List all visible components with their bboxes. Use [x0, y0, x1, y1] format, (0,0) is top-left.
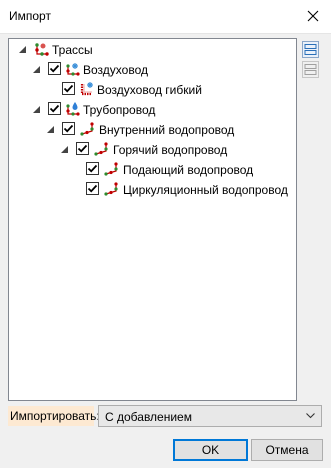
checkmark-icon: [49, 104, 60, 113]
tree-item-label: Воздуховод: [83, 63, 148, 77]
layer-tree[interactable]: Трассы Воздуховод Воздуховод гибкий Труб…: [8, 38, 297, 401]
title-bar: Импорт: [0, 0, 331, 34]
cancel-button[interactable]: Отмена: [251, 439, 323, 461]
tree-item-label: Трубопровод: [83, 103, 156, 117]
expander-icon[interactable]: [32, 105, 41, 114]
tree-item-label: Горячий водопровод: [113, 143, 228, 157]
route-icon: [104, 182, 118, 196]
import-mode-select[interactable]: С добавлением: [98, 405, 322, 427]
expand-all-icon: [304, 44, 317, 55]
import-dialog: Импорт Трассы Воздуховод Воздуховод гибк…: [0, 0, 331, 468]
checkmark-icon: [87, 184, 98, 193]
expander-icon[interactable]: [60, 145, 69, 154]
route-icon: [94, 142, 108, 156]
collapse-all-button[interactable]: [302, 61, 319, 78]
tree-item-pipeline[interactable]: Трубопровод: [9, 101, 296, 121]
tree-checkbox[interactable]: [48, 62, 61, 75]
tree-item-label: Воздуховод гибкий: [97, 83, 202, 97]
checkmark-icon: [63, 84, 74, 93]
flexible-duct-icon: [80, 82, 93, 96]
collapse-all-icon: [304, 64, 317, 75]
checkmark-icon: [77, 144, 88, 153]
tree-item-label: Внутренний водопровод: [99, 123, 235, 137]
tree-item-air-duct[interactable]: Воздуховод: [9, 61, 296, 81]
tree-item-label: Трассы: [52, 43, 93, 57]
close-button[interactable]: [301, 4, 325, 28]
expand-all-button[interactable]: [302, 41, 319, 58]
tree-checkbox[interactable]: [86, 182, 99, 195]
tree-item-circulation-water[interactable]: Циркуляционный водопровод: [9, 181, 296, 201]
tree-item-internal-water[interactable]: Внутренний водопровод: [9, 121, 296, 141]
checkmark-icon: [87, 164, 98, 173]
tree-checkbox[interactable]: [76, 142, 89, 155]
expander-icon[interactable]: [18, 45, 27, 54]
close-icon: [307, 10, 319, 22]
route-icon: [80, 122, 94, 136]
air-duct-icon: [66, 63, 80, 76]
checkmark-icon: [63, 124, 74, 133]
route-icon: [35, 43, 49, 56]
chevron-down-icon: [306, 413, 315, 419]
import-mode-value: С добавлением: [105, 410, 192, 424]
tree-checkbox[interactable]: [48, 102, 61, 115]
dialog-title: Импорт: [9, 9, 51, 23]
tree-checkbox[interactable]: [86, 162, 99, 175]
tree-item-hot-water[interactable]: Горячий водопровод: [9, 141, 296, 161]
import-mode-label: Импортировать:: [8, 406, 100, 426]
tree-item-label: Подающий водопровод: [123, 163, 254, 177]
tree-item-label: Циркуляционный водопровод: [123, 183, 288, 197]
pipeline-icon: [66, 102, 80, 116]
expander-icon[interactable]: [32, 65, 41, 74]
tree-item-routes[interactable]: Трассы: [9, 41, 296, 61]
tree-item-flexible-duct[interactable]: Воздуховод гибкий: [9, 81, 296, 101]
tree-checkbox[interactable]: [62, 122, 75, 135]
route-icon: [104, 162, 118, 176]
checkmark-icon: [49, 64, 60, 73]
tree-item-supply-water[interactable]: Подающий водопровод: [9, 161, 296, 181]
ok-button[interactable]: OK: [173, 439, 248, 461]
expander-icon[interactable]: [46, 125, 55, 134]
tree-checkbox[interactable]: [62, 82, 75, 95]
